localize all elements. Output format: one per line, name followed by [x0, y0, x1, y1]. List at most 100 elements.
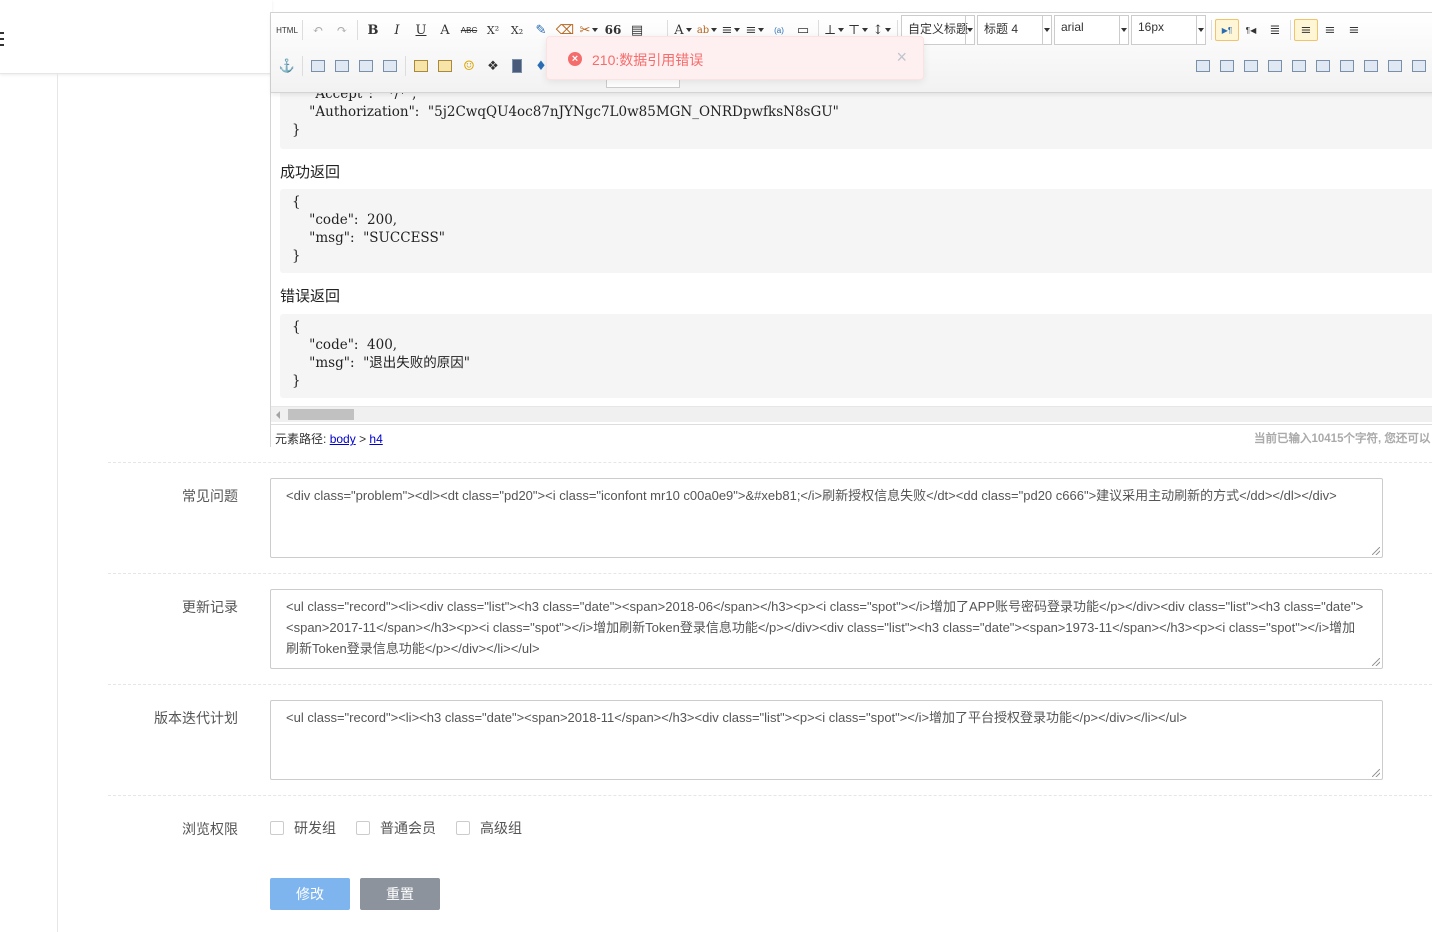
path-h4-link[interactable]: h4 — [369, 432, 382, 446]
chevron-down-icon — [1196, 16, 1205, 44]
element-path-label: 元素路径: — [275, 432, 327, 446]
paragraph-format-select[interactable]: 标题 4 — [977, 15, 1052, 45]
scroll-left-icon[interactable] — [276, 411, 280, 419]
toolbar-row-2: ⚓ ☺ ❖ ♦ — [275, 52, 553, 80]
font-size-select[interactable]: 16px — [1131, 15, 1206, 45]
code-block-success: { "code": 200, "msg": "SUCCESS" } — [280, 189, 1432, 273]
permission-option-label: 研发组 — [294, 820, 336, 836]
editor-statusbar: 元素路径: body > h4 当前已输入10415个字符, 您还可以 — [271, 424, 1432, 447]
permission-option[interactable]: 高级组 — [456, 818, 522, 838]
faq-label: 常见问题 — [182, 488, 238, 504]
reset-button[interactable]: 重置 — [360, 878, 440, 910]
custom-title-value: 自定义标题 — [908, 22, 969, 36]
direction-ltr-button[interactable]: ▶¶ — [1215, 19, 1239, 41]
align-center-button[interactable]: ≡ — [1318, 19, 1342, 41]
align-right-button[interactable]: ≡ — [1342, 19, 1366, 41]
code-block-error: { "code": 400, "msg": "退出失败的原因" } — [280, 314, 1432, 398]
simple-upload-icon[interactable] — [409, 55, 433, 77]
merge-cells-icon[interactable] — [1335, 55, 1359, 77]
divider — [108, 684, 1432, 685]
image-none-icon[interactable] — [306, 55, 330, 77]
superscript-button[interactable]: X² — [481, 19, 505, 41]
insert-col-icon[interactable] — [1287, 55, 1311, 77]
path-separator: > — [359, 432, 367, 446]
permission-option-label: 普通会员 — [380, 820, 436, 836]
divider — [108, 462, 1432, 463]
top-header-strip — [0, 0, 272, 74]
menu-icon[interactable] — [0, 32, 4, 48]
underline-button[interactable]: U — [409, 19, 433, 41]
toolbar-row-2-right: ⎙ ⌕ ⚲ ? — [1191, 52, 1432, 80]
divider — [108, 573, 1432, 574]
bold-button[interactable]: B — [361, 19, 385, 41]
chevron-down-icon — [1119, 16, 1128, 44]
insert-image-icon[interactable] — [433, 55, 457, 77]
close-icon[interactable]: × — [896, 48, 907, 66]
resize-grip-icon[interactable] — [1372, 769, 1380, 777]
submit-button[interactable]: 修改 — [270, 878, 350, 910]
checkbox[interactable] — [270, 821, 284, 835]
permission-checkboxes: 研发组 普通会员 高级组 — [270, 818, 542, 838]
code-block-headers: "Accept": "*/*", "Authorization": "5j2Cw… — [280, 93, 1432, 149]
direction-rtl-button[interactable]: ¶◀ — [1239, 19, 1263, 41]
chevron-down-icon — [1042, 16, 1051, 44]
page: HTML ↶ ↷ B I U A ABC X² X₂ ✎ ⌫ ✂ 66 ▤ A … — [0, 0, 1432, 932]
image-center-icon[interactable] — [378, 55, 402, 77]
editor-content[interactable]: "Accept": "*/*", "Authorization": "5j2Cw… — [271, 93, 1432, 406]
font-family-value: arial — [1061, 20, 1084, 34]
roadmap-label: 版本迭代计划 — [154, 710, 238, 726]
insert-paragraph-icon[interactable] — [1215, 55, 1239, 77]
changelog-label: 更新记录 — [182, 599, 238, 615]
resize-grip-icon[interactable] — [1372, 658, 1380, 666]
image-left-icon[interactable] — [330, 55, 354, 77]
merge-down-icon[interactable] — [1383, 55, 1407, 77]
faq-value: <div class="problem"><dl><dt class="pd20… — [286, 488, 1337, 503]
indent-button[interactable]: ≣ — [1263, 19, 1287, 41]
faq-textarea[interactable]: <div class="problem"><dl><dt class="pd20… — [270, 478, 1383, 558]
anchor-icon[interactable]: ⚓ — [275, 55, 299, 77]
word-count: 当前已输入10415个字符, 您还可以 — [1254, 433, 1431, 445]
checkbox[interactable] — [356, 821, 370, 835]
html-source-button[interactable]: HTML — [275, 19, 299, 41]
font-size-value: 16px — [1138, 20, 1165, 34]
insert-row-icon[interactable] — [1239, 55, 1263, 77]
horizontal-scrollbar[interactable] — [271, 406, 1432, 422]
heading-success: 成功返回 — [280, 164, 341, 181]
subscript-button[interactable]: X₂ — [505, 19, 529, 41]
heading-error: 错误返回 — [280, 288, 341, 305]
italic-button[interactable]: I — [385, 19, 409, 41]
sidebar-divider — [57, 74, 58, 932]
font-family-select[interactable]: arial — [1054, 15, 1129, 45]
permission-option[interactable]: 研发组 — [270, 818, 336, 838]
resize-grip-icon[interactable] — [1372, 547, 1380, 555]
merge-right-icon[interactable] — [1359, 55, 1383, 77]
roadmap-textarea[interactable]: <ul class="record"><li><h3 class="date">… — [270, 700, 1383, 780]
changelog-textarea[interactable]: <ul class="record"><li><div class="list"… — [270, 589, 1383, 669]
permission-label: 浏览权限 — [182, 821, 238, 837]
divider — [108, 795, 1432, 796]
changelog-value: <ul class="record"><li><div class="list"… — [286, 599, 1364, 656]
paragraph-format-value: 标题 4 — [984, 22, 1019, 36]
scrollbar-thumb[interactable] — [288, 409, 354, 420]
emotion-icon[interactable]: ☺ — [457, 55, 481, 77]
delete-row-icon[interactable] — [1263, 55, 1287, 77]
error-icon: × — [568, 52, 582, 66]
align-left-button[interactable]: ≡ — [1294, 19, 1318, 41]
split-cells-icon[interactable] — [1407, 55, 1431, 77]
insert-video-icon[interactable] — [505, 55, 529, 77]
delete-table-icon[interactable] — [1191, 55, 1215, 77]
error-toast: × 210:数据引用错误 × — [546, 36, 924, 80]
delete-col-icon[interactable] — [1311, 55, 1335, 77]
image-right-icon[interactable] — [354, 55, 378, 77]
undo-button[interactable]: ↶ — [306, 19, 330, 41]
path-body-link[interactable]: body — [330, 432, 356, 446]
checkbox[interactable] — [456, 821, 470, 835]
toast-message: 210:数据引用错误 — [592, 52, 704, 68]
permission-option-label: 高级组 — [480, 820, 522, 836]
strikethrough-button[interactable]: ABC — [457, 19, 481, 41]
roadmap-value: <ul class="record"><li><h3 class="date">… — [286, 710, 1187, 725]
font-border-button[interactable]: A — [433, 19, 457, 41]
permission-option[interactable]: 普通会员 — [356, 818, 436, 838]
scrawl-icon[interactable]: ❖ — [481, 55, 505, 77]
redo-button[interactable]: ↷ — [330, 19, 354, 41]
